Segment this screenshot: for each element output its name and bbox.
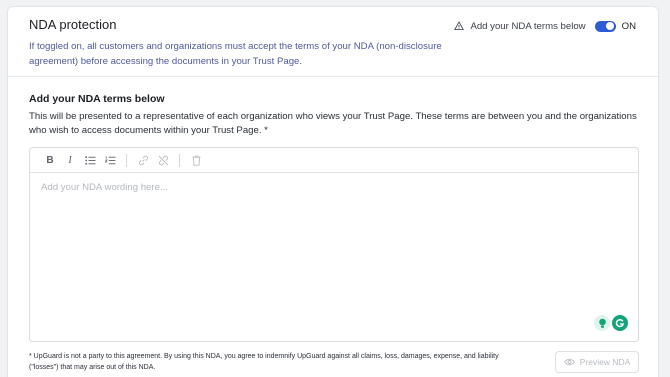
editor-toolbar: B I [30,148,638,173]
bullet-list-icon[interactable] [80,150,100,170]
eye-icon [563,358,575,366]
nda-toggle-group: Add your NDA terms below ON [454,19,636,33]
toolbar-divider [126,153,127,167]
nda-description: If toggled on, all customers and organiz… [29,41,442,67]
toggle-state-label: ON [621,20,636,32]
unlink-icon[interactable] [153,150,173,170]
warning-label: Add your NDA terms below [470,20,586,32]
nda-protection-card: NDA protection If toggled on, all custom… [7,6,659,377]
warning-icon [454,21,465,31]
nda-header: NDA protection If toggled on, all custom… [8,7,658,77]
toolbar-divider [179,153,180,167]
grammarly-icon[interactable] [612,315,628,331]
italic-icon[interactable]: I [60,150,80,170]
preview-nda-button[interactable]: Preview NDA [555,351,639,373]
numbered-list-icon[interactable] [100,150,120,170]
editor-placeholder: Add your NDA wording here... [41,182,168,193]
link-icon[interactable] [133,150,153,170]
terms-title: Add your NDA terms below [29,93,165,105]
page-title: NDA protection [29,17,117,32]
terms-description: This will be presented to a representati… [29,111,637,136]
nda-text-area[interactable]: Add your NDA wording here... [30,173,638,341]
legal-footnote: * UpGuard is not a party to this agreeme… [29,353,499,371]
grammarly-widget[interactable] [594,315,628,331]
lightbulb-icon[interactable] [594,315,610,331]
bold-icon[interactable]: B [40,150,60,170]
trash-icon[interactable] [186,150,206,170]
nda-toggle-switch[interactable] [594,20,616,32]
preview-nda-label: Preview NDA [579,357,631,367]
nda-editor: B I Add your NDA wording here... [29,147,639,342]
